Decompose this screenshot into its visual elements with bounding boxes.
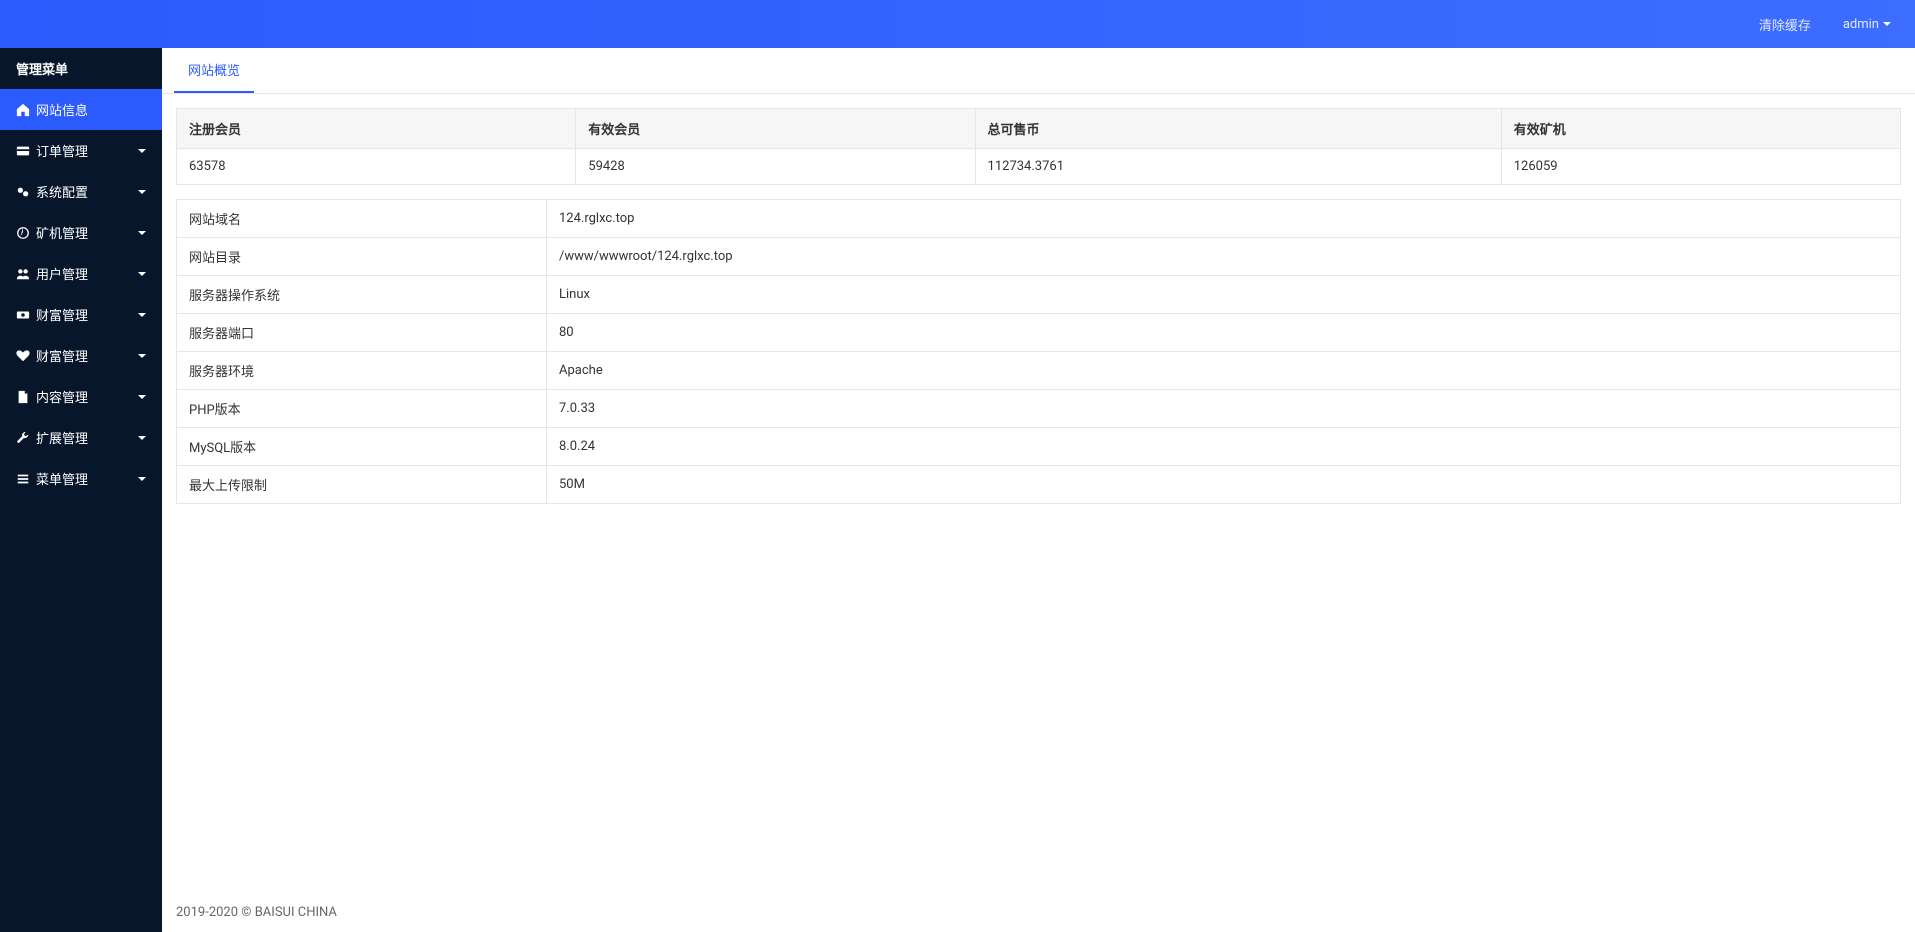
info-row: 服务器端口80	[177, 314, 1901, 352]
wrench-icon	[16, 431, 30, 445]
info-row: 最大上传限制50M	[177, 466, 1901, 504]
chevron-down-icon	[138, 313, 146, 317]
chevron-down-icon	[138, 231, 146, 235]
sidebar-title: 管理菜单	[0, 48, 162, 89]
sidebar-item-label: 系统配置	[36, 182, 88, 201]
info-label: 网站域名	[177, 200, 547, 238]
tabs: 网站概览	[162, 48, 1915, 94]
stats-header-1: 有效会员	[576, 109, 975, 149]
sidebar-item-label: 网站信息	[36, 100, 88, 119]
user-label: admin	[1843, 17, 1879, 32]
clear-cache-link[interactable]: 清除缓存	[1759, 15, 1811, 34]
sidebar-item-0[interactable]: 网站信息	[0, 89, 162, 130]
tab-overview[interactable]: 网站概览	[174, 48, 254, 93]
info-value: /www/wwwroot/124.rglxc.top	[547, 238, 1901, 276]
sidebar-item-label: 菜单管理	[36, 469, 88, 488]
stats-header-2: 总可售币	[975, 109, 1501, 149]
sidebar-item-label: 订单管理	[36, 141, 88, 160]
sidebar-item-1[interactable]: 订单管理	[0, 130, 162, 171]
info-row: PHP版本7.0.33	[177, 390, 1901, 428]
info-value: 8.0.24	[547, 428, 1901, 466]
sidebar-item-label: 扩展管理	[36, 428, 88, 447]
chevron-down-icon	[138, 436, 146, 440]
chevron-down-icon	[1883, 22, 1891, 26]
info-label: 服务器操作系统	[177, 276, 547, 314]
chevron-down-icon	[138, 477, 146, 481]
sidebar-item-9[interactable]: 菜单管理	[0, 458, 162, 499]
info-value: 124.rglxc.top	[547, 200, 1901, 238]
info-label: 服务器环境	[177, 352, 547, 390]
main-content: 网站概览 注册会员有效会员总可售币有效矿机 6357859428112734.3…	[162, 48, 1915, 932]
sidebar-item-label: 财富管理	[36, 305, 88, 324]
sidebar-item-5[interactable]: 财富管理	[0, 294, 162, 335]
sidebar-item-7[interactable]: 内容管理	[0, 376, 162, 417]
sidebar-item-6[interactable]: 财富管理	[0, 335, 162, 376]
sidebar-item-4[interactable]: 用户管理	[0, 253, 162, 294]
header: 清除缓存 admin	[0, 0, 1915, 48]
user-menu[interactable]: admin	[1843, 17, 1891, 32]
stats-value-0: 63578	[177, 149, 576, 185]
info-label: 最大上传限制	[177, 466, 547, 504]
chevron-down-icon	[138, 354, 146, 358]
users-icon	[16, 267, 30, 281]
info-row: 服务器操作系统Linux	[177, 276, 1901, 314]
gears-icon	[16, 185, 30, 199]
stats-value-2: 112734.3761	[975, 149, 1501, 185]
heartbeat-icon	[16, 349, 30, 363]
stats-header-0: 注册会员	[177, 109, 576, 149]
home-icon	[16, 103, 30, 117]
sidebar-item-label: 内容管理	[36, 387, 88, 406]
info-label: PHP版本	[177, 390, 547, 428]
info-table: 网站域名124.rglxc.top网站目录/www/wwwroot/124.rg…	[176, 199, 1901, 504]
card-icon	[16, 144, 30, 158]
info-value: Apache	[547, 352, 1901, 390]
info-value: 80	[547, 314, 1901, 352]
stats-table: 注册会员有效会员总可售币有效矿机 6357859428112734.376112…	[176, 108, 1901, 185]
stats-value-1: 59428	[576, 149, 975, 185]
sidebar-item-label: 用户管理	[36, 264, 88, 283]
chevron-down-icon	[138, 272, 146, 276]
sidebar-item-3[interactable]: 矿机管理	[0, 212, 162, 253]
sidebar: 管理菜单 网站信息订单管理系统配置矿机管理用户管理财富管理财富管理内容管理扩展管…	[0, 48, 162, 932]
stats-value-3: 126059	[1501, 149, 1900, 185]
bars-icon	[16, 472, 30, 486]
info-row: 网站域名124.rglxc.top	[177, 200, 1901, 238]
sidebar-item-8[interactable]: 扩展管理	[0, 417, 162, 458]
chevron-down-icon	[138, 190, 146, 194]
money-icon	[16, 308, 30, 322]
info-row: MySQL版本8.0.24	[177, 428, 1901, 466]
info-value: 50M	[547, 466, 1901, 504]
sidebar-item-2[interactable]: 系统配置	[0, 171, 162, 212]
stats-header-3: 有效矿机	[1501, 109, 1900, 149]
file-icon	[16, 390, 30, 404]
info-label: 网站目录	[177, 238, 547, 276]
chevron-down-icon	[138, 149, 146, 153]
sidebar-item-label: 矿机管理	[36, 223, 88, 242]
info-row: 网站目录/www/wwwroot/124.rglxc.top	[177, 238, 1901, 276]
info-label: MySQL版本	[177, 428, 547, 466]
sidebar-item-label: 财富管理	[36, 346, 88, 365]
info-value: Linux	[547, 276, 1901, 314]
rebel-icon	[16, 226, 30, 240]
info-value: 7.0.33	[547, 390, 1901, 428]
footer: 2019-2020 © BAISUI CHINA	[162, 893, 1915, 932]
chevron-down-icon	[138, 395, 146, 399]
info-row: 服务器环境Apache	[177, 352, 1901, 390]
info-label: 服务器端口	[177, 314, 547, 352]
